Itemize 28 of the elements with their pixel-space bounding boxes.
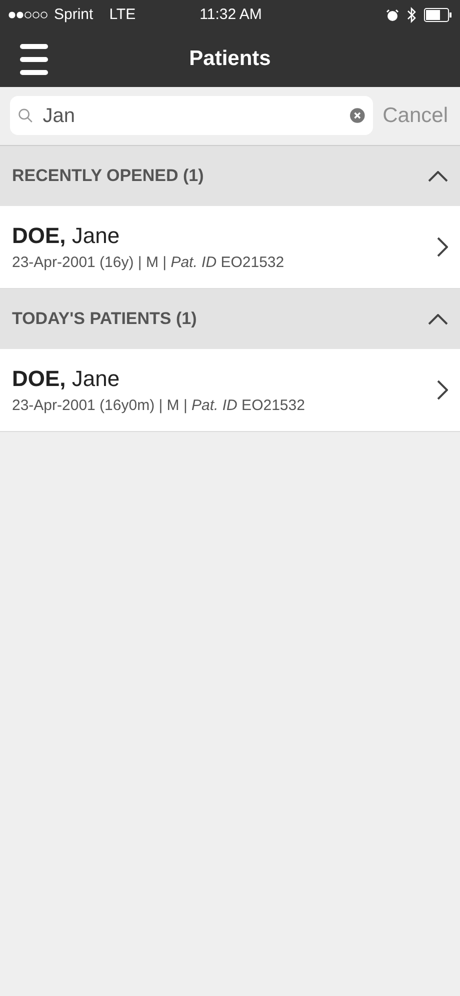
battery-icon — [424, 8, 452, 22]
menu-button[interactable] — [20, 42, 48, 74]
patient-details: 23-Apr-2001 (16y0m) | M | Pat. ID EO21532 — [12, 396, 305, 416]
status-time: 11:32 AM — [200, 4, 263, 25]
section-header[interactable]: TODAY'S PATIENTS (1) — [0, 289, 460, 349]
bluetooth-icon — [406, 7, 416, 23]
section-title: RECENTLY OPENED (1) — [12, 165, 204, 188]
section-title: TODAY'S PATIENTS (1) — [12, 308, 197, 330]
screen-title: Patients — [189, 46, 271, 72]
patient-row[interactable]: DOE, Jane 23-Apr-2001 (16y) | M | Pat. ID EO21532 — [0, 206, 460, 289]
patient-details: 23-Apr-2001 (16y) | M | Pat. ID EO21532 — [12, 253, 284, 274]
patient-row[interactable]: DOE, Jane 23-Apr-2001 (16y0m) | M | Pat. ID EO21532 — [0, 349, 460, 432]
patient-name: DOE, Jane — [12, 222, 121, 250]
search-input[interactable]: Jan — [40, 100, 342, 132]
collapse-caret-icon[interactable] — [428, 170, 448, 182]
carrier-name: Sprint — [54, 4, 94, 25]
clear-icon[interactable] — [350, 107, 365, 124]
signal-icon — [8, 11, 50, 19]
search-icon — [18, 107, 33, 124]
collapse-caret-icon[interactable] — [428, 314, 448, 324]
patient-name: DOE, Jane — [12, 365, 121, 394]
alarm-icon — [386, 8, 399, 22]
search-field[interactable]: Jan — [10, 96, 373, 135]
section-header[interactable]: RECENTLY OPENED (1) — [0, 146, 460, 206]
menu-icon — [20, 42, 48, 74]
chevron-right-icon — [437, 237, 448, 257]
chevron-right-icon — [437, 380, 448, 400]
network-type: LTE — [109, 4, 136, 25]
